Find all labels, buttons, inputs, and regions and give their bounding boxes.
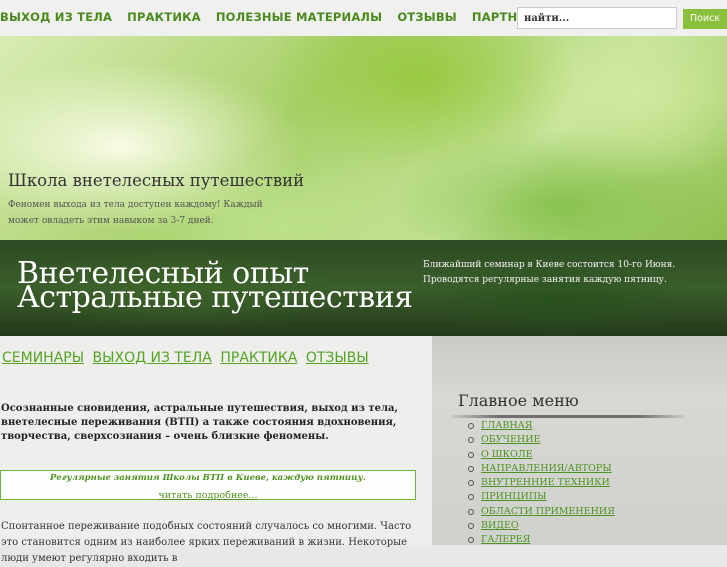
menu-item: О ШКОЛЕ [466,448,615,462]
hero-title-line2: Астральные путешествия [17,280,413,315]
top-nav: ВЫХОД ИЗ ТЕЛА ПРАКТИКА ПОЛЕЗНЫЕ МАТЕРИАЛ… [0,10,570,24]
search-button[interactable]: Поиск [683,9,727,29]
intro-paragraph: Осознанные сновидения, астральные путеше… [1,403,398,442]
read-more-link[interactable]: читать подробнее... [158,490,257,501]
notice-text: Регулярные занятия Школы ВТП в Киеве, ка… [50,473,366,483]
site-title: Школа внетелесных путешествий [8,171,305,190]
menu-link-principles[interactable]: ПРИНЦИПЫ [481,491,546,502]
menu-item: ГЛАВНАЯ [466,419,615,433]
nav-item-useful-materials[interactable]: ПОЛЕЗНЫЕ МАТЕРИАЛЫ [216,10,382,24]
notice-box: Регулярные занятия Школы ВТП в Киеве, ка… [0,470,416,501]
menu-link-home[interactable]: ГЛАВНАЯ [481,420,533,431]
nav-item-reviews[interactable]: ОТЗЫВЫ [397,10,457,24]
nav-item-practice[interactable]: ПРАКТИКА [127,10,201,24]
site-description: Феномен выхода из тела доступен каждому!… [8,200,263,226]
menu-item: ВНУТРЕННИЕ ТЕХНИКИ [466,476,615,490]
menu-link-inner-techniques[interactable]: ВНУТРЕННИЕ ТЕХНИКИ [481,477,610,488]
menu-link-video[interactable]: ВИДЕО [481,520,519,531]
main-menu-list: ГЛАВНАЯ ОБУЧЕНИЕ О ШКОЛЕ НАПРАВЛЕНИЯ/АВТ… [466,419,615,548]
menu-item: ГАЛЕРЕЯ [466,533,615,547]
section-nav: СЕМИНАРЫ ВЫХОД ИЗ ТЕЛА ПРАКТИКА ОТЗЫВЫ [2,350,373,366]
hero-strip: Внетелесный опыт Астральные путешествия … [0,240,727,336]
section-link-reviews[interactable]: ОТЗЫВЫ [306,350,369,366]
section-link-practice[interactable]: ПРАКТИКА [220,350,297,366]
header-banner: Школа внетелесных путешествий Феномен вы… [0,36,727,240]
seminar-announcement: Ближайший семинар в Киеве состоится 10-г… [423,260,676,285]
search-input[interactable] [517,7,677,29]
menu-item: ВИДЕО [466,519,615,533]
menu-link-about[interactable]: О ШКОЛЕ [481,449,533,460]
menu-link-gallery[interactable]: ГАЛЕРЕЯ [481,534,530,545]
menu-link-directions[interactable]: НАПРАВЛЕНИЯ/АВТОРЫ [481,463,612,474]
menu-item: ОБУЧЕНИЕ [466,433,615,447]
nav-item-out-of-body[interactable]: ВЫХОД ИЗ ТЕЛА [0,10,112,24]
main-menu-heading: Главное меню [458,391,579,410]
section-link-seminars[interactable]: СЕМИНАРЫ [2,350,84,366]
menu-link-training[interactable]: ОБУЧЕНИЕ [481,434,540,445]
menu-divider [452,415,684,418]
section-link-out-of-body[interactable]: ВЫХОД ИЗ ТЕЛА [93,350,212,366]
body-paragraph: Спонтанное переживание подобных состояни… [1,521,412,564]
menu-item: НАПРАВЛЕНИЯ/АВТОРЫ [466,462,615,476]
menu-link-applications[interactable]: ОБЛАСТИ ПРИМЕНЕНИЯ [481,506,615,517]
menu-item: ПРИНЦИПЫ [466,490,615,504]
menu-item: ОБЛАСТИ ПРИМЕНЕНИЯ [466,505,615,519]
top-bar: ВЫХОД ИЗ ТЕЛА ПРАКТИКА ПОЛЕЗНЫЕ МАТЕРИАЛ… [0,0,727,36]
